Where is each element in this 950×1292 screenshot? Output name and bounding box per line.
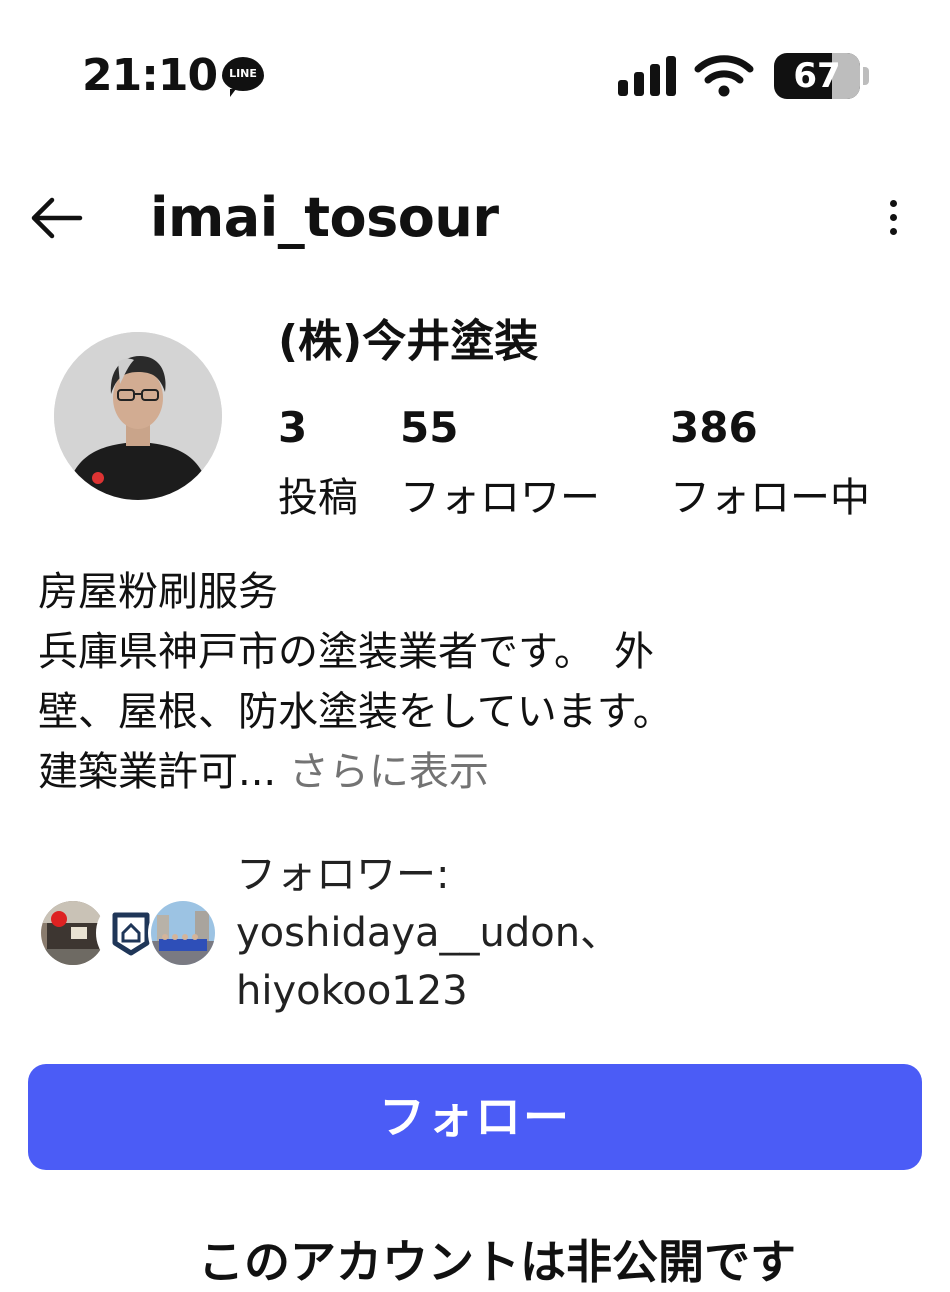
followed-by-user[interactable]: yoshidaya__udon、 <box>236 904 620 962</box>
profile-bio: 房屋粉刷服务 兵庫県神戸市の塗装業者です。 外 壁、屋根、防水塗装をしています。… <box>38 562 673 802</box>
more-options-icon[interactable] <box>878 196 910 240</box>
avatar-photo <box>54 332 222 500</box>
followers-count[interactable]: 55 <box>400 402 458 454</box>
show-more-link[interactable]: さらに表示 <box>289 749 489 795</box>
followed-by-heading: フォロワー: <box>236 852 450 898</box>
posts-count: 3 <box>278 403 308 452</box>
bio-line: 建築業許可... <box>38 749 277 795</box>
battery-tip <box>863 67 869 85</box>
bio-line: 壁、屋根、防水塗装をしています。 <box>38 689 673 735</box>
follower-avatar[interactable] <box>148 898 218 968</box>
profile-display-name: (株)今井塗装 <box>278 316 539 367</box>
battery-icon: 67 <box>774 53 860 99</box>
follower-avatar-image <box>151 901 215 965</box>
following-label[interactable]: フォロー中 <box>670 472 870 524</box>
follow-button[interactable]: フォロー <box>28 1064 922 1170</box>
followers-label[interactable]: フォロワー <box>400 472 600 524</box>
line-app-icon: LINE <box>222 57 264 97</box>
followed-by-text[interactable]: フォロワー: yoshidaya__udon、 hiyokoo123 <box>236 846 620 1020</box>
cellular-signal-icon <box>618 56 676 96</box>
posts-label: 投稿 <box>278 475 358 521</box>
followed-by-user[interactable]: hiyokoo123 <box>236 962 620 1020</box>
bio-line: 房屋粉刷服务 <box>38 569 278 615</box>
following-count[interactable]: 386 <box>670 402 758 454</box>
back-arrow-icon[interactable] <box>28 196 84 240</box>
profile-avatar[interactable] <box>54 332 222 500</box>
status-time: 21:10 <box>82 50 218 101</box>
wifi-icon <box>694 55 754 97</box>
profile-username: imai_tosour <box>150 186 499 249</box>
battery-percentage: 67 <box>793 56 841 96</box>
bio-line: 兵庫県神戸市の塗装業者です。 外 <box>38 629 654 675</box>
private-account-notice: このアカウントは非公開です <box>198 1235 796 1289</box>
